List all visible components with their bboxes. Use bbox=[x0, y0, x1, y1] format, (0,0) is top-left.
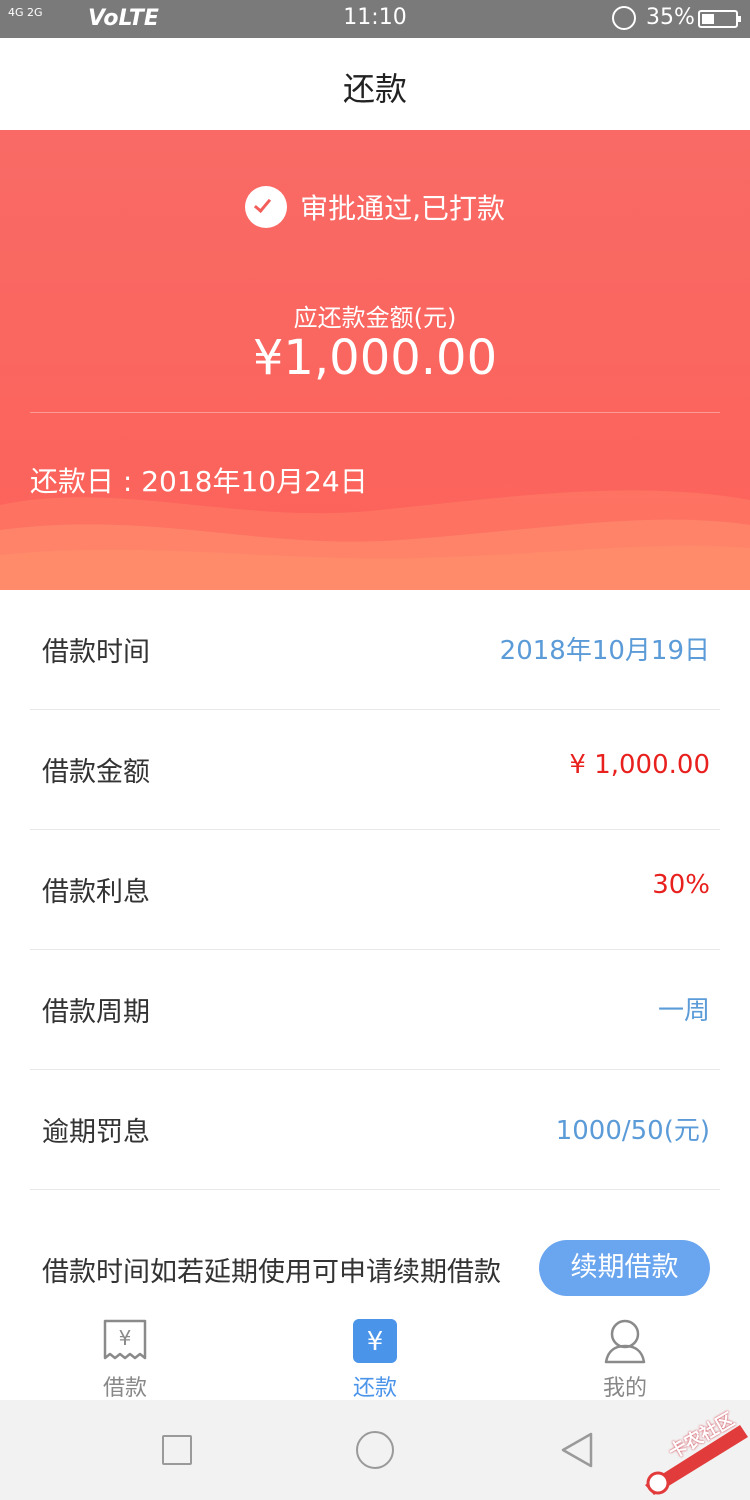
detail-label: 借款利息 bbox=[42, 877, 150, 908]
tab-mine[interactable]: 我的 bbox=[550, 1302, 700, 1401]
status-time: 11:10 bbox=[343, 5, 407, 30]
status-bar: 4G 2G VoLTE 11:10 35% bbox=[0, 0, 750, 38]
recent-apps-icon[interactable] bbox=[162, 1435, 192, 1465]
system-nav-bar bbox=[0, 1400, 750, 1500]
svg-text:¥: ¥ bbox=[119, 1326, 132, 1350]
tab-label: 借款 bbox=[102, 1376, 147, 1401]
approval-status-text: 审批通过,已打款 bbox=[300, 192, 505, 225]
back-icon[interactable] bbox=[560, 1432, 594, 1468]
detail-value: ¥ 1,000.00 bbox=[569, 750, 710, 780]
approval-status: 审批通过,已打款 bbox=[0, 186, 750, 230]
detail-label: 借款金额 bbox=[42, 757, 150, 788]
detail-label: 逾期罚息 bbox=[42, 1117, 150, 1148]
tab-borrow[interactable]: ¥ 借款 bbox=[50, 1302, 200, 1401]
detail-value: 1000/50(元) bbox=[555, 1116, 710, 1146]
svg-text:¥: ¥ bbox=[367, 1327, 384, 1357]
tab-label: 还款 bbox=[352, 1376, 397, 1401]
amount-due-value: ¥1,000.00 bbox=[252, 330, 498, 386]
due-date: 还款日 : 2018年10月24日 bbox=[30, 465, 368, 498]
page-title: 还款 bbox=[342, 70, 407, 108]
detail-label: 借款时间 bbox=[42, 637, 150, 668]
tab-label: 我的 bbox=[602, 1376, 647, 1401]
detail-value: 30% bbox=[652, 870, 710, 900]
tab-repay[interactable]: ¥ 还款 bbox=[300, 1302, 450, 1401]
battery-percent: 35% bbox=[646, 5, 695, 30]
user-icon bbox=[604, 1319, 646, 1364]
loan-details-list: 借款时间 2018年10月19日 借款金额 ¥ 1,000.00 借款利息 30… bbox=[30, 590, 720, 1190]
home-icon[interactable] bbox=[356, 1431, 394, 1469]
detail-value: 一周 bbox=[657, 996, 710, 1026]
detail-row-overdue-penalty: 逾期罚息 1000/50(元) bbox=[30, 1070, 720, 1190]
detail-row-loan-time: 借款时间 2018年10月19日 bbox=[30, 590, 720, 710]
rotation-lock-icon bbox=[612, 6, 636, 30]
detail-row-loan-amount: 借款金额 ¥ 1,000.00 bbox=[30, 710, 720, 830]
bottom-tab-bar: ¥ 借款 ¥ 还款 我的 bbox=[0, 1302, 750, 1401]
detail-row-loan-interest: 借款利息 30% bbox=[30, 830, 720, 950]
battery-icon bbox=[698, 10, 741, 28]
detail-label: 借款周期 bbox=[42, 997, 150, 1028]
receipt-yen-icon: ¥ bbox=[103, 1319, 147, 1360]
renew-hint: 借款时间如若延期使用可申请续期借款 bbox=[42, 1257, 501, 1288]
app-header: 还款 bbox=[0, 38, 750, 130]
yen-icon: ¥ bbox=[353, 1319, 397, 1363]
renew-loan-button[interactable]: 续期借款 bbox=[539, 1240, 710, 1296]
check-icon bbox=[245, 186, 287, 228]
detail-row-loan-period: 借款周期 一周 bbox=[30, 950, 720, 1070]
divider bbox=[30, 412, 720, 413]
detail-value: 2018年10月19日 bbox=[499, 636, 710, 666]
repayment-summary-card: 审批通过,已打款 应还款金额(元) ¥1,000.00 还款日 : 2018年1… bbox=[0, 130, 750, 590]
amount-due-label: 应还款金额(元) bbox=[293, 304, 457, 332]
